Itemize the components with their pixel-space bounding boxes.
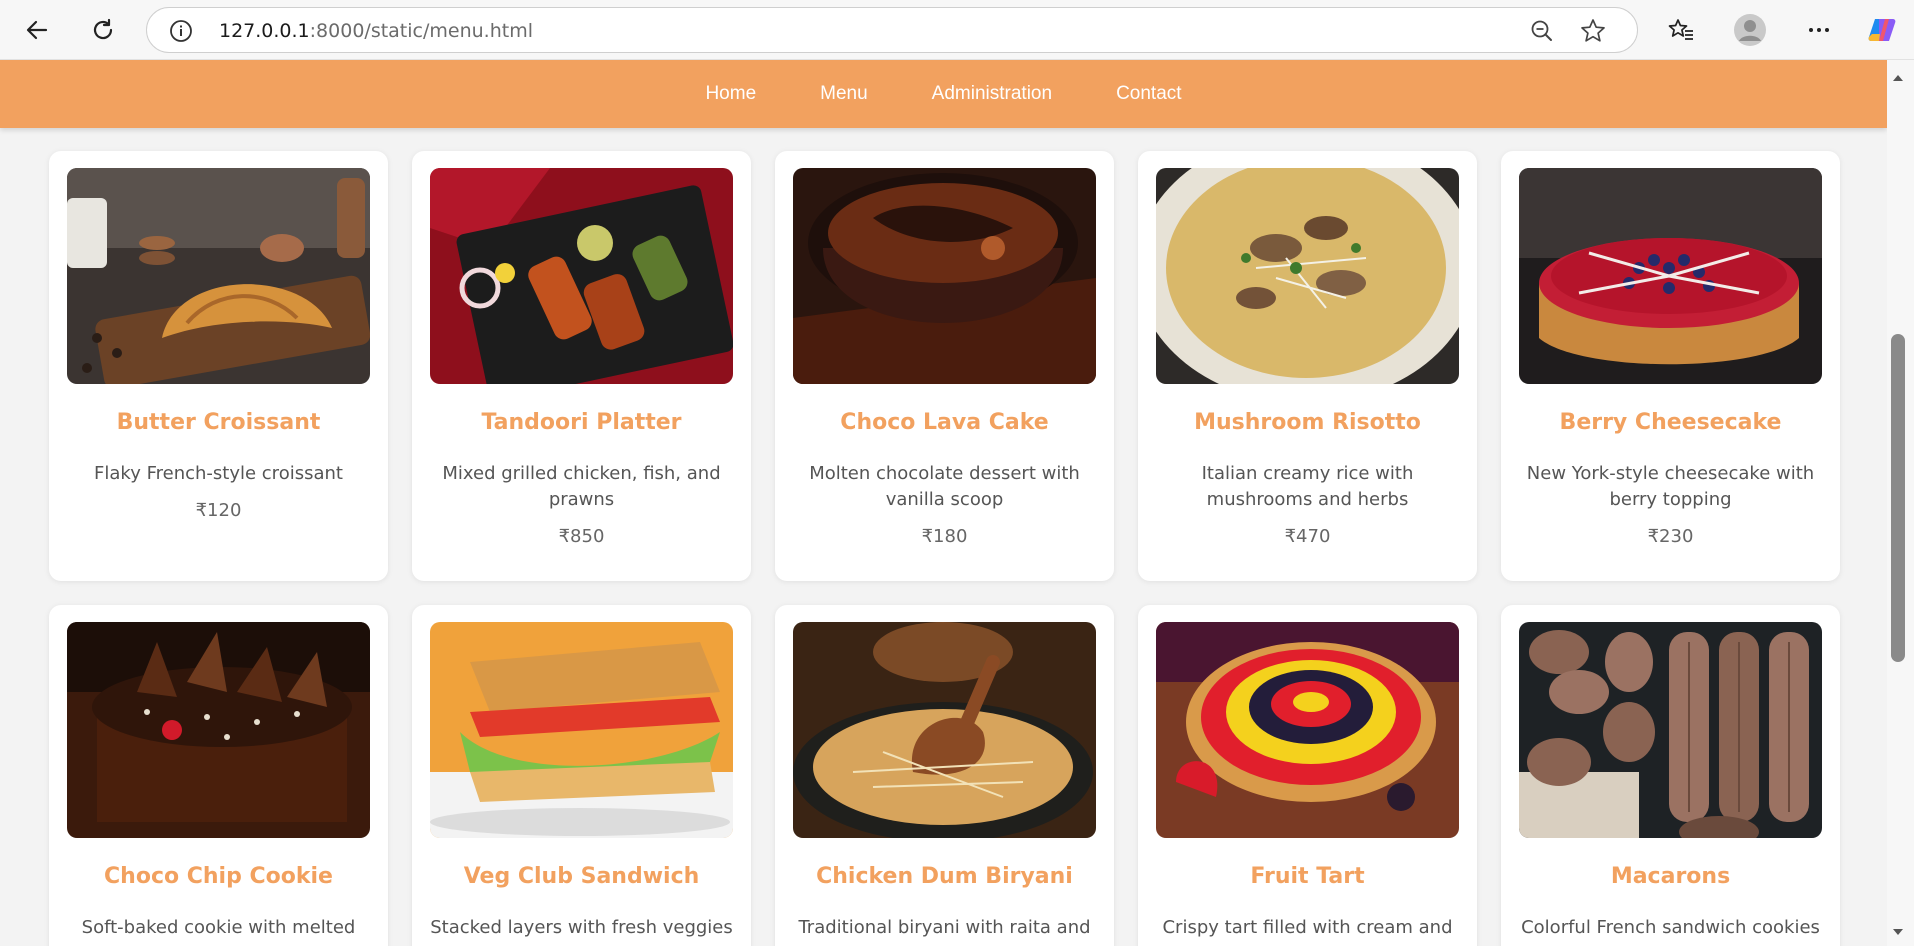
menu-card[interactable]: Chicken Dum Biryani Traditional biryani … bbox=[775, 605, 1114, 946]
choco-lava-cake-image bbox=[793, 168, 1096, 384]
nav-administration[interactable]: Administration bbox=[932, 83, 1052, 105]
item-price: ₹470 bbox=[1284, 526, 1331, 547]
more-icon[interactable] bbox=[1799, 10, 1839, 50]
fruit-tart-image bbox=[1156, 622, 1459, 838]
butter-croissant-image bbox=[67, 168, 370, 384]
item-name: Choco Lava Cake bbox=[840, 410, 1049, 435]
url-host: 127.0.0.1 bbox=[219, 20, 310, 42]
item-description: New York-style cheesecake with berry top… bbox=[1526, 463, 1815, 510]
info-icon[interactable] bbox=[169, 19, 193, 47]
item-name: Mushroom Risotto bbox=[1194, 410, 1421, 435]
url-text[interactable]: 127.0.0.1:8000/static/menu.html bbox=[219, 20, 533, 42]
zoom-out-icon[interactable] bbox=[1529, 18, 1555, 48]
item-description: Flaky French-style croissant bbox=[94, 463, 343, 484]
item-price: ₹230 bbox=[1647, 526, 1694, 547]
item-description: Soft-baked cookie with melted bbox=[81, 917, 356, 938]
menu-card[interactable]: Choco Lava Cake Molten chocolate dessert… bbox=[775, 151, 1114, 581]
item-description: Molten chocolate dessert with vanilla sc… bbox=[809, 463, 1080, 510]
top-navbar: Home Menu Administration Contact bbox=[0, 60, 1887, 128]
url-path: :8000/static/menu.html bbox=[309, 20, 533, 42]
menu-card[interactable]: Berry Cheesecake New York-style cheeseca… bbox=[1501, 151, 1840, 581]
item-name: Choco Chip Cookie bbox=[104, 864, 333, 889]
item-description: Mixed grilled chicken, fish, and prawns bbox=[442, 463, 721, 510]
choco-chip-cookie-image bbox=[67, 622, 370, 838]
item-name: Veg Club Sandwich bbox=[463, 864, 700, 889]
menu-card[interactable]: Veg Club Sandwich Stacked layers with fr… bbox=[412, 605, 751, 946]
veg-club-sandwich-image bbox=[430, 622, 733, 838]
nav-menu[interactable]: Menu bbox=[820, 83, 868, 105]
item-price: ₹180 bbox=[921, 526, 968, 547]
menu-card[interactable]: Mushroom Risotto Italian creamy rice wit… bbox=[1138, 151, 1477, 581]
scrollbar-thumb[interactable] bbox=[1891, 334, 1905, 662]
scroll-up-arrow-icon[interactable] bbox=[1891, 70, 1905, 89]
favorites-icon[interactable] bbox=[1661, 10, 1701, 50]
copilot-icon[interactable] bbox=[1862, 10, 1902, 50]
item-price: ₹850 bbox=[558, 526, 605, 547]
item-description: Stacked layers with fresh veggies bbox=[430, 917, 733, 938]
nav-home[interactable]: Home bbox=[705, 83, 756, 105]
menu-card[interactable]: Tandoori Platter Mixed grilled chicken, … bbox=[412, 151, 751, 581]
item-name: Berry Cheesecake bbox=[1559, 410, 1782, 435]
macarons-image bbox=[1519, 622, 1822, 838]
mushroom-risotto-image bbox=[1156, 168, 1459, 384]
address-bar[interactable]: 127.0.0.1:8000/static/menu.html bbox=[146, 7, 1638, 53]
menu-card[interactable]: Macarons Colorful French sandwich cookie… bbox=[1501, 605, 1840, 946]
item-description: Crispy tart filled with cream and bbox=[1162, 917, 1453, 938]
menu-card[interactable]: Choco Chip Cookie Soft-baked cookie with… bbox=[49, 605, 388, 946]
item-description: Colorful French sandwich cookies bbox=[1521, 917, 1820, 938]
profile-avatar[interactable] bbox=[1730, 10, 1770, 50]
scroll-down-arrow-icon[interactable] bbox=[1891, 924, 1905, 943]
back-arrow-icon[interactable] bbox=[17, 10, 57, 50]
chicken-dum-biryani-image bbox=[793, 622, 1096, 838]
item-name: Chicken Dum Biryani bbox=[816, 864, 1073, 889]
menu-card[interactable]: Butter Croissant Flaky French-style croi… bbox=[49, 151, 388, 581]
item-description: Traditional biryani with raita and bbox=[798, 917, 1091, 938]
item-name: Butter Croissant bbox=[116, 410, 321, 435]
item-name: Fruit Tart bbox=[1250, 864, 1365, 889]
menu-card[interactable]: Fruit Tart Crispy tart filled with cream… bbox=[1138, 605, 1477, 946]
page-viewport: Home Menu Administration Contact Butter … bbox=[0, 60, 1887, 946]
tandoori-platter-image bbox=[430, 168, 733, 384]
refresh-icon[interactable] bbox=[83, 10, 123, 50]
item-description: Italian creamy rice with mushrooms and h… bbox=[1201, 463, 1414, 510]
item-name: Tandoori Platter bbox=[481, 410, 682, 435]
berry-cheesecake-image bbox=[1519, 168, 1822, 384]
item-name: Macarons bbox=[1610, 864, 1731, 889]
item-price: ₹120 bbox=[195, 500, 242, 521]
browser-toolbar: 127.0.0.1:8000/static/menu.html bbox=[0, 0, 1914, 60]
star-icon[interactable] bbox=[1579, 17, 1607, 49]
nav-contact[interactable]: Contact bbox=[1116, 83, 1181, 105]
